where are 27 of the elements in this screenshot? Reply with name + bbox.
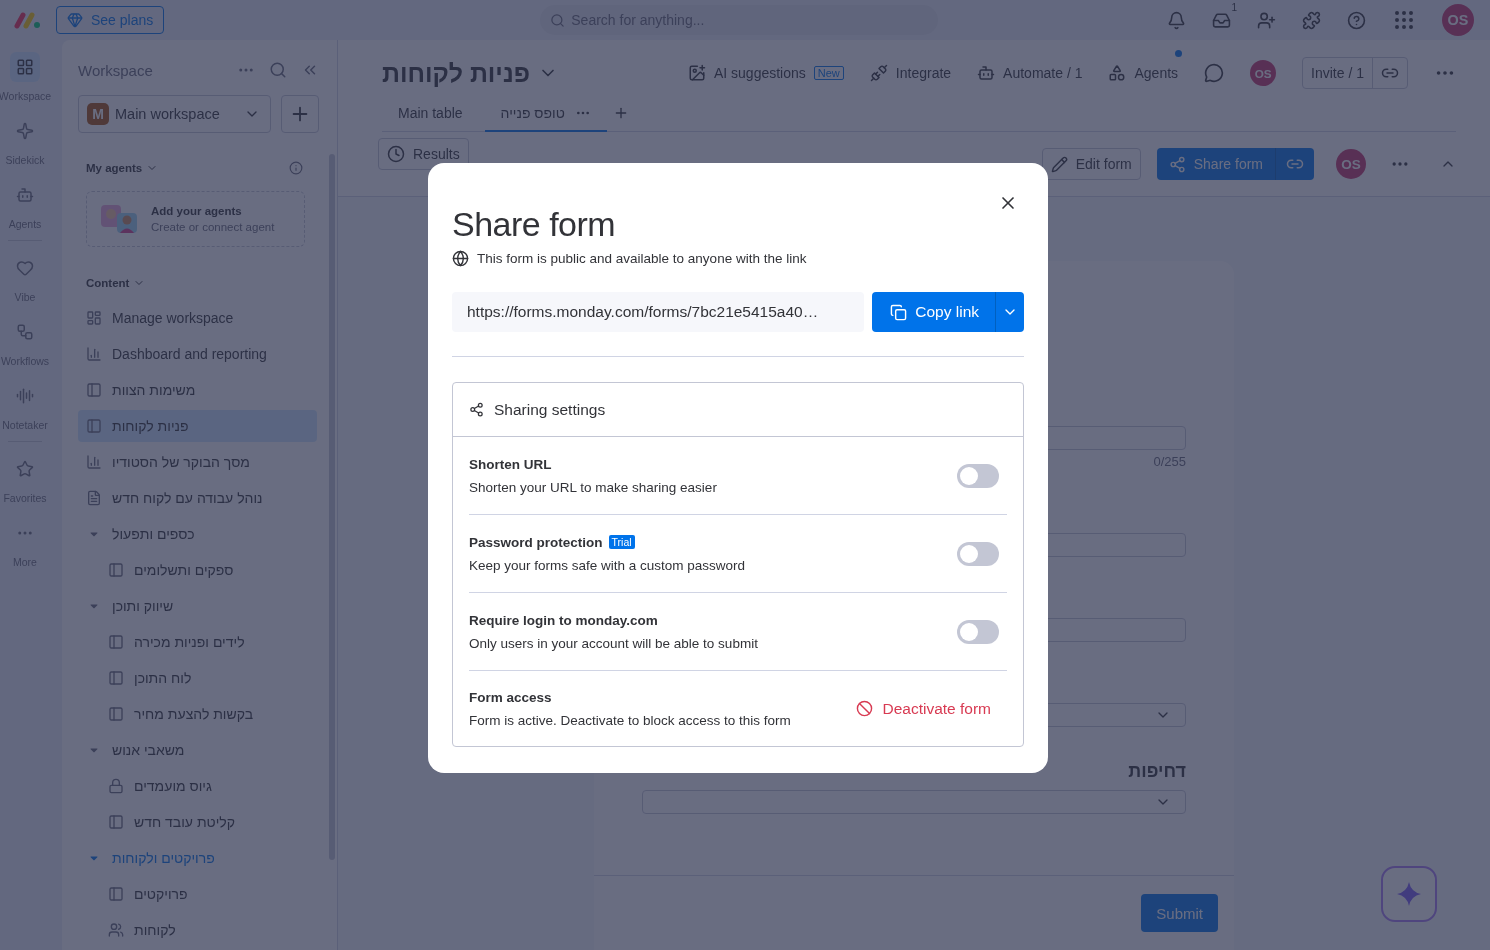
ban-icon <box>856 700 874 717</box>
section-heading[interactable]: My agents <box>86 162 143 175</box>
setting-description: Only users in your account will be able to submit <box>469 635 759 651</box>
panel-title: Sharing settings <box>494 400 606 419</box>
form-url-field[interactable]: https://forms.monday.com/forms/7bc21e5415a40… <box>452 292 865 332</box>
inbox-count: 1 <box>1231 1 1237 13</box>
dialog-subtitle: This form is public and available to anyone with the link <box>477 251 807 266</box>
trial-badge: Trial <box>608 535 635 549</box>
setting-title: Shorten URL <box>469 456 552 472</box>
setting-title: Form access <box>469 689 552 705</box>
agent-card-title: Add your agents <box>151 205 243 218</box>
setting-title: Require login to monday.com <box>469 612 658 628</box>
section-heading[interactable]: Content <box>86 276 130 289</box>
setting-description: Shorten your URL to make sharing easier <box>469 479 718 495</box>
setting-title: Password protection <box>469 534 603 550</box>
field-label: דחיפות <box>1127 761 1186 782</box>
toggle-switch[interactable] <box>957 463 999 488</box>
copy-icon <box>890 303 908 321</box>
board-title: פניות לקוחות <box>382 58 530 88</box>
setting-description: Form is active. Deactivate to block access to this form <box>469 712 792 728</box>
toggle-switch[interactable] <box>957 619 999 644</box>
globe-icon <box>452 250 469 267</box>
share-icon <box>469 402 484 417</box>
dialog-title: Share form <box>452 205 617 244</box>
toggle-switch[interactable] <box>957 541 999 566</box>
setting-description: Keep your forms safe with a custom password <box>469 557 747 573</box>
deactivate-form-button[interactable]: Deactivate form <box>856 699 1007 718</box>
